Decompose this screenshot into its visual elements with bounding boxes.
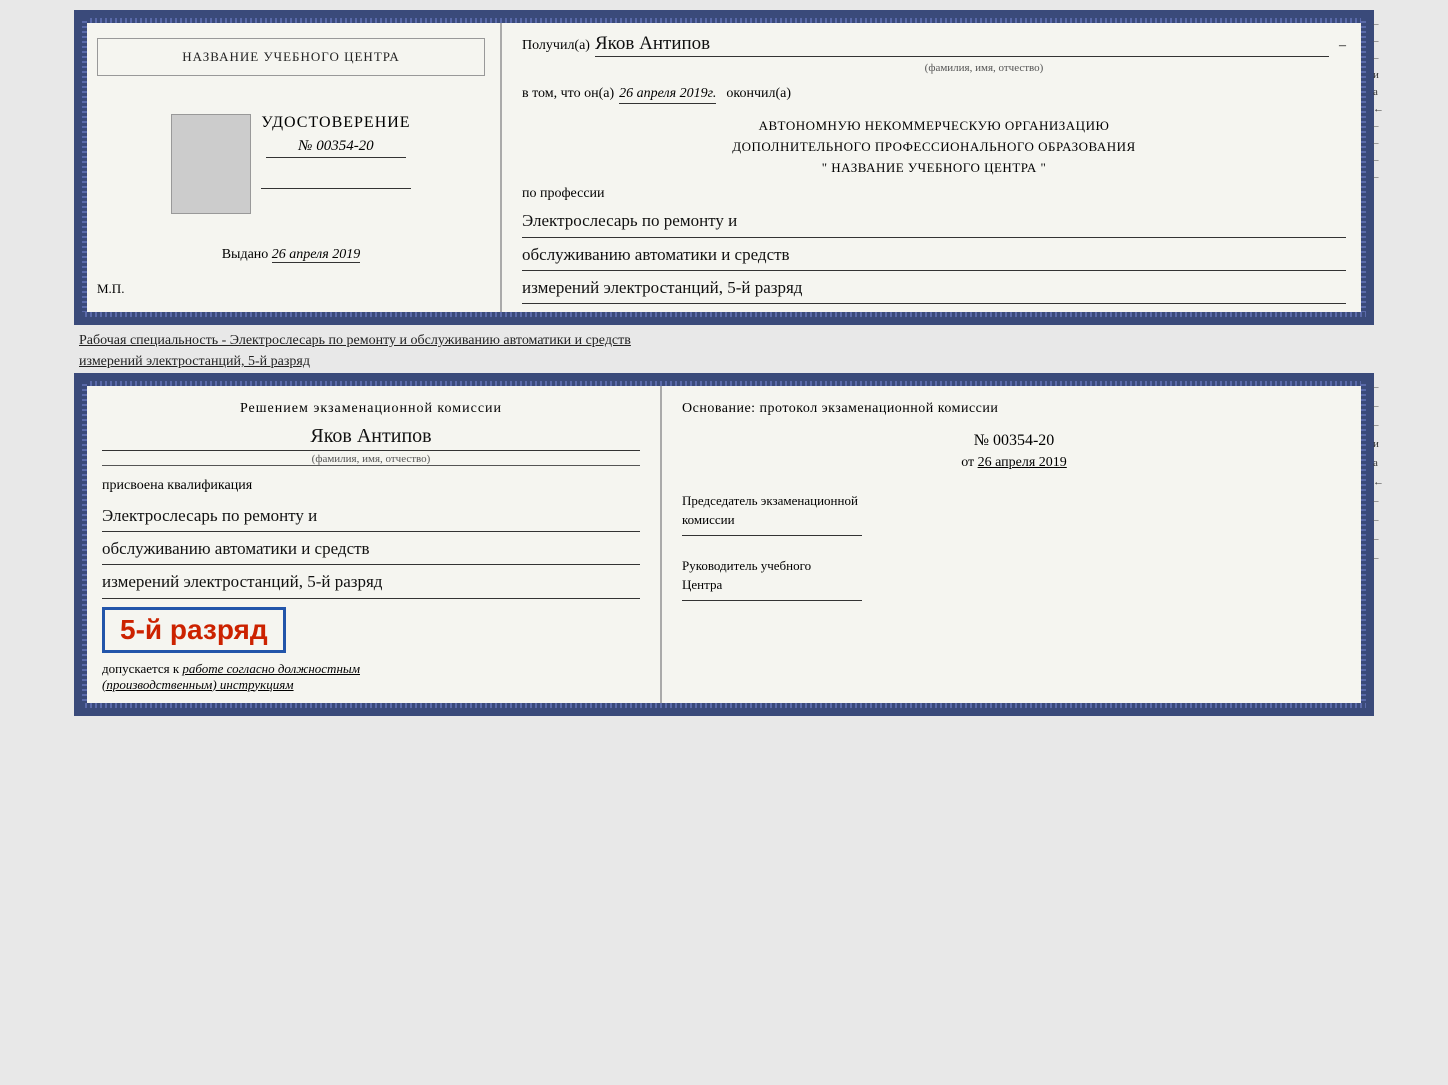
between-text-line2: измерений электростанций, 5-й разряд xyxy=(74,354,1374,370)
side-marks-bottom: – – – и а ← – – – – xyxy=(1373,381,1384,564)
bottom-doc-left: Решением экзаменационной комиссии Яков А… xyxy=(82,381,662,708)
rukovoditel-signature-line xyxy=(682,600,862,601)
mp-line: М.П. xyxy=(97,281,124,297)
recipient-name-bottom: Яков Антипов xyxy=(102,425,640,451)
vydano-block: Выдано 26 апреля 2019 xyxy=(222,247,361,263)
vydano-date: 26 апреля 2019 xyxy=(272,247,360,263)
bottom-doc-right: Основание: протокол экзаменационной коми… xyxy=(662,381,1366,708)
chairman-label: Председатель экзаменационной xyxy=(682,493,858,508)
profession-line2-bot: обслуживанию автоматики и средств xyxy=(102,535,640,565)
ot-label: от xyxy=(961,455,974,470)
profession-line3-bot: измерений электростанций, 5-й разряд xyxy=(102,568,640,598)
top-doc-left: НАЗВАНИЕ УЧЕБНОГО ЦЕНТРА УДОСТОВЕРЕНИЕ №… xyxy=(82,18,502,317)
vtom-date: 26 апреля 2019г. xyxy=(619,86,716,104)
top-document: НАЗВАНИЕ УЧЕБНОГО ЦЕНТРА УДОСТОВЕРЕНИЕ №… xyxy=(74,10,1374,325)
fio-label-top: (фамилия, имя, отчество) xyxy=(622,62,1346,74)
udostoverenie-block: УДОСТОВЕРЕНИЕ № 00354-20 xyxy=(261,114,411,189)
bottom-document: Решением экзаменационной комиссии Яков А… xyxy=(74,373,1374,716)
ot-date-value: 26 апреля 2019 xyxy=(978,455,1067,470)
org-text: АВТОНОМНУЮ НЕКОММЕРЧЕСКУЮ ОРГАНИЗАЦИЮ ДО… xyxy=(522,116,1346,178)
dopuskaetsya-text2: (производственным) инструкциям xyxy=(102,677,294,692)
razryad-badge: 5-й разряд xyxy=(102,607,286,653)
rukovoditel-label2: Центра xyxy=(682,577,722,592)
udostoverenie-title: УДОСТОВЕРЕНИЕ xyxy=(261,114,411,132)
profession-line1-top: Электрослесарь по ремонту и xyxy=(522,207,1346,237)
po-professii-label: по профессии xyxy=(522,186,1346,202)
chairman-label2: комиссии xyxy=(682,512,735,527)
prisvoena-line: присвоена квалификация xyxy=(102,478,640,494)
photo-placeholder xyxy=(171,114,251,214)
chairman-signature-line xyxy=(682,535,862,536)
dopuskaetsya-text: работе согласно должностным xyxy=(182,661,360,676)
udostoverenie-number: № 00354-20 xyxy=(266,138,406,158)
dopuskaetsya-block: допускается к работе согласно должностны… xyxy=(102,661,640,693)
org-line2: ДОПОЛНИТЕЛЬНОГО ПРОФЕССИОНАЛЬНОГО ОБРАЗО… xyxy=(732,139,1135,154)
resheniem-title: Решением экзаменационной комиссии xyxy=(102,401,640,417)
protocol-number: № 00354-20 xyxy=(682,432,1346,450)
org-line3: " НАЗВАНИЕ УЧЕБНОГО ЦЕНТРА " xyxy=(822,160,1047,175)
profession-line1-bot: Электрослесарь по ремонту и xyxy=(102,502,640,532)
razryad-badge-text: 5-й разряд xyxy=(120,614,268,645)
poluchil-line: Получил(а) Яков Антипов – xyxy=(522,33,1346,57)
rukovoditel-label: Руководитель учебного xyxy=(682,558,811,573)
rukovoditel-block: Руководитель учебного Центра xyxy=(682,556,1346,601)
osnovanie-block: Основание: протокол экзаменационной коми… xyxy=(682,401,1346,417)
chairman-block: Председатель экзаменационной комиссии xyxy=(682,491,1346,536)
between-text-container: Рабочая специальность - Электрослесарь п… xyxy=(74,333,1374,370)
center-name-top: НАЗВАНИЕ УЧЕБНОГО ЦЕНТРА xyxy=(97,38,485,76)
side-marks-top: – – – и а ← – – – – xyxy=(1373,18,1384,183)
okonchil-label: окончил(а) xyxy=(726,86,791,102)
fio-sub-bottom: (фамилия, имя, отчество) xyxy=(102,453,640,466)
top-doc-right: Получил(а) Яков Антипов – (фамилия, имя,… xyxy=(502,18,1366,317)
ot-date-block: от 26 апреля 2019 xyxy=(682,455,1346,471)
dopuskaetsya-label: допускается к xyxy=(102,661,179,676)
vtom-line: в том, что он(а) 26 апреля 2019г. окончи… xyxy=(522,86,1346,104)
vtom-label: в том, что он(а) xyxy=(522,86,614,102)
between-text-line1: Рабочая специальность - Электрослесарь п… xyxy=(74,333,1374,349)
vydano-label: Выдано xyxy=(222,247,269,262)
poluchil-label: Получил(а) xyxy=(522,38,590,54)
profession-line3-top: измерений электростанций, 5-й разряд xyxy=(522,274,1346,304)
recipient-name-top: Яков Антипов xyxy=(595,33,1329,57)
org-line1: АВТОНОМНУЮ НЕКОММЕРЧЕСКУЮ ОРГАНИЗАЦИЮ xyxy=(759,118,1110,133)
profession-line2-top: обслуживанию автоматики и средств xyxy=(522,241,1346,271)
